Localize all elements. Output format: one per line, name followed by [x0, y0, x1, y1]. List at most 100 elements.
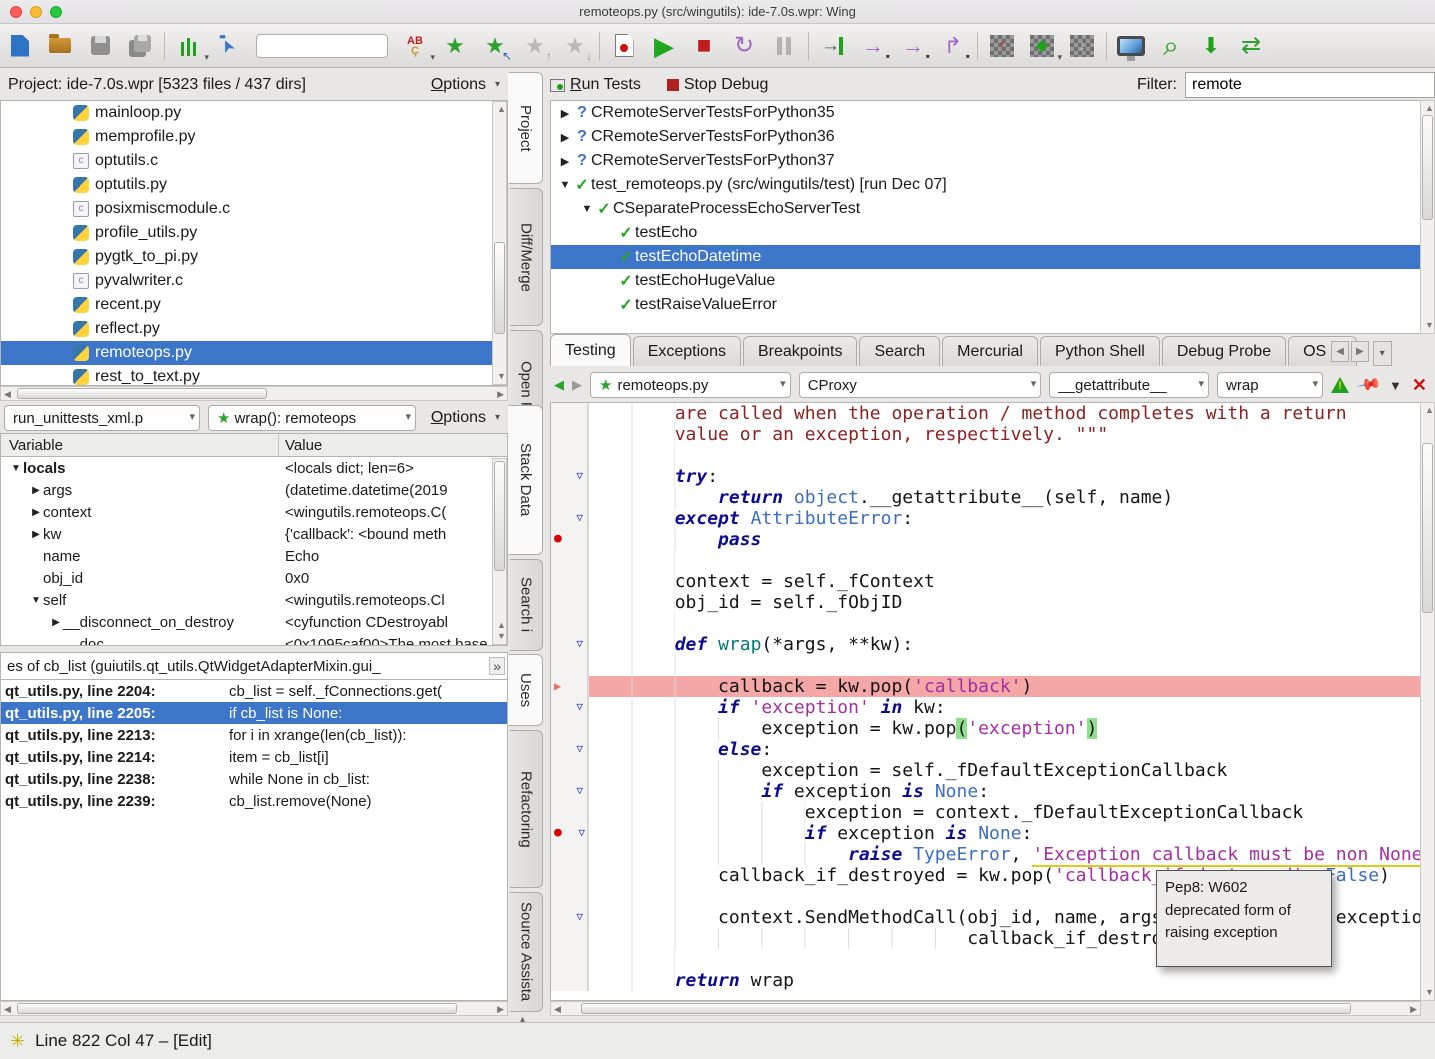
- debug-file-icon[interactable]: [604, 28, 644, 64]
- project-hscrollbar[interactable]: ◀ ▶: [0, 386, 508, 401]
- code-line[interactable]: [551, 550, 1420, 571]
- use-row[interactable]: qt_utils.py, line 2205:if cb_list is Non…: [1, 702, 507, 724]
- run-tests-button[interactable]: Run Tests: [550, 76, 641, 94]
- save-all-icon[interactable]: [120, 28, 160, 64]
- tab-python-shell[interactable]: Python Shell: [1040, 336, 1160, 366]
- close-window-button[interactable]: [10, 6, 22, 18]
- code-line[interactable]: pass: [551, 529, 1420, 550]
- expander-icon[interactable]: ▶: [29, 485, 43, 496]
- tree-expander-icon[interactable]: ▼: [579, 203, 595, 215]
- fold-marker-icon[interactable]: [551, 781, 588, 802]
- use-row[interactable]: qt_utils.py, line 2238:while None in cb_…: [1, 768, 507, 790]
- code-line[interactable]: if exception is None:: [551, 781, 1420, 802]
- editor-file-dropdown[interactable]: ★remoteops.py: [590, 372, 791, 398]
- stack-scope-dropdown[interactable]: ★wrap(): remoteops: [208, 405, 416, 431]
- code-line[interactable]: return object.__getattribute__(self, nam…: [551, 487, 1420, 508]
- file-row[interactable]: rest_to_text.py: [1, 365, 507, 386]
- code-line[interactable]: context = self._fContext: [551, 571, 1420, 592]
- code-line[interactable]: exception = self._fDefaultExceptionCallb…: [551, 760, 1420, 781]
- code-line[interactable]: def wrap(*args, **kw):: [551, 634, 1420, 655]
- use-row[interactable]: qt_utils.py, line 2239:cb_list.remove(No…: [1, 790, 507, 812]
- chevron-down-icon[interactable]: ▼: [1389, 378, 1402, 393]
- panel-tab-project[interactable]: Project: [508, 72, 543, 184]
- minimize-window-button[interactable]: [30, 6, 42, 18]
- variable-row[interactable]: ▼self<wingutils.remoteops.Cl: [1, 589, 507, 611]
- code-line[interactable]: exception = context._fDefaultExceptionCa…: [551, 802, 1420, 823]
- search-code-icon[interactable]: ⌕: [1151, 28, 1191, 64]
- open-file-icon[interactable]: [40, 28, 80, 64]
- editor-hscrollbar[interactable]: ◀ ▶: [550, 1001, 1421, 1016]
- test-tree-row[interactable]: ▶?CRemoteServerTestsForPython37: [551, 149, 1420, 173]
- panel-tab-search-i[interactable]: Search i: [510, 559, 543, 651]
- file-row[interactable]: pygtk_to_pi.py: [1, 245, 507, 269]
- uses-hscrollbar[interactable]: ◀ ▶: [0, 1001, 508, 1016]
- profiler-icon[interactable]: ▾: [169, 28, 209, 64]
- file-row[interactable]: cposixmiscmodule.c: [1, 197, 507, 221]
- editor-method-dropdown[interactable]: __getattribute__: [1049, 372, 1209, 398]
- code-line[interactable]: value or an exception, respectively. """: [551, 424, 1420, 445]
- exec-pointer-icon[interactable]: [551, 676, 588, 697]
- panel-tab-source-assista[interactable]: Source Assista: [510, 892, 543, 1012]
- variable-row[interactable]: ▶args(datetime.datetime(2019: [1, 479, 507, 501]
- code-line[interactable]: if exception is None:: [551, 823, 1420, 844]
- spellcheck-icon[interactable]: ABÇ▾: [395, 28, 435, 64]
- stack-options-button[interactable]: Options: [431, 409, 500, 427]
- bug-icon[interactable]: ✳: [10, 1031, 25, 1052]
- file-row[interactable]: optutils.py: [1, 173, 507, 197]
- file-row[interactable]: cpyvalwriter.c: [1, 269, 507, 293]
- expander-icon[interactable]: ▶: [29, 529, 43, 540]
- pause-debug-icon[interactable]: [764, 28, 804, 64]
- expander-icon[interactable]: ▼: [9, 463, 23, 474]
- tab-debug-probe[interactable]: Debug Probe: [1162, 336, 1286, 366]
- bookmark-next-icon[interactable]: ★↓: [555, 28, 595, 64]
- variable-row[interactable]: ▶__disconnect_on_destroy<cyfunction CDes…: [1, 611, 507, 633]
- tree-expander-icon[interactable]: ▼: [557, 179, 573, 191]
- tab-search[interactable]: Search: [859, 336, 940, 366]
- save-icon[interactable]: [80, 28, 120, 64]
- variable-column-header[interactable]: Variable: [1, 434, 279, 456]
- debug-frame-dropdown[interactable]: run_unittests_xml.p: [4, 405, 200, 431]
- panel-tab-stack-data[interactable]: Stack Data: [508, 405, 543, 555]
- fold-marker-icon[interactable]: [551, 697, 588, 718]
- expander-icon[interactable]: ▶: [29, 507, 43, 518]
- run-debug-icon[interactable]: ▶: [644, 28, 684, 64]
- code-line[interactable]: exception = kw.pop('exception'): [551, 718, 1420, 739]
- editor-class-dropdown[interactable]: CProxy: [799, 372, 1042, 398]
- stop-debug-icon[interactable]: ■: [684, 28, 724, 64]
- tree-expander-icon[interactable]: ▶: [557, 155, 573, 168]
- variable-row[interactable]: ▼locals<locals dict; len=6>: [1, 457, 507, 479]
- code-line[interactable]: [551, 445, 1420, 466]
- test-tree-row[interactable]: ▼✓CSeparateProcessEchoServerTest: [551, 197, 1420, 221]
- tab-exceptions[interactable]: Exceptions: [633, 336, 741, 366]
- code-line[interactable]: are called when the operation / method c…: [551, 403, 1420, 424]
- nav-forward-icon[interactable]: ▶: [572, 377, 582, 393]
- tree-expander-icon[interactable]: ▶: [557, 131, 573, 144]
- variable-row[interactable]: obj_id0x0: [1, 567, 507, 589]
- variable-row[interactable]: __doc__<0x1095caf00>The most base type: [1, 633, 507, 646]
- restart-debug-icon[interactable]: ↻: [724, 28, 764, 64]
- test-tree-vscrollbar[interactable]: ▲ ▼: [1420, 100, 1435, 334]
- code-line[interactable]: except AttributeError:: [551, 508, 1420, 529]
- code-line[interactable]: else:: [551, 739, 1420, 760]
- code-line[interactable]: if 'exception' in kw:: [551, 697, 1420, 718]
- tab-scroll-right-icon[interactable]: ▶: [1351, 341, 1369, 362]
- new-file-icon[interactable]: [0, 28, 40, 64]
- expander-icon[interactable]: ▶: [49, 617, 63, 628]
- test-tree-row[interactable]: ✓testEchoDatetime: [551, 245, 1420, 269]
- test-tree-row[interactable]: ✓testEcho: [551, 221, 1420, 245]
- test-tree-row[interactable]: ▶?CRemoteServerTestsForPython36: [551, 125, 1420, 149]
- editor-scope-dropdown[interactable]: wrap: [1217, 372, 1323, 398]
- bookmark-select-icon[interactable]: ★↖: [475, 28, 515, 64]
- file-row[interactable]: reflect.py: [1, 317, 507, 341]
- test-tree-row[interactable]: ✓testRaiseValueError: [551, 293, 1420, 317]
- fold-marker-icon[interactable]: [551, 634, 588, 655]
- test-tree-row[interactable]: ▶?CRemoteServerTestsForPython35: [551, 101, 1420, 125]
- variable-row[interactable]: ▶context<wingutils.remoteops.C(: [1, 501, 507, 523]
- breakpoint-icon[interactable]: [551, 529, 588, 550]
- fold-marker-icon[interactable]: [551, 907, 588, 928]
- variable-row[interactable]: ▶kw{'callback': <bound meth: [1, 523, 507, 545]
- fold-marker-icon[interactable]: [551, 739, 588, 760]
- code-line[interactable]: callback = kw.pop('callback'): [551, 676, 1420, 697]
- bookmark-icon[interactable]: ★: [435, 28, 475, 64]
- stop-debug-button[interactable]: Stop Debug: [667, 76, 769, 94]
